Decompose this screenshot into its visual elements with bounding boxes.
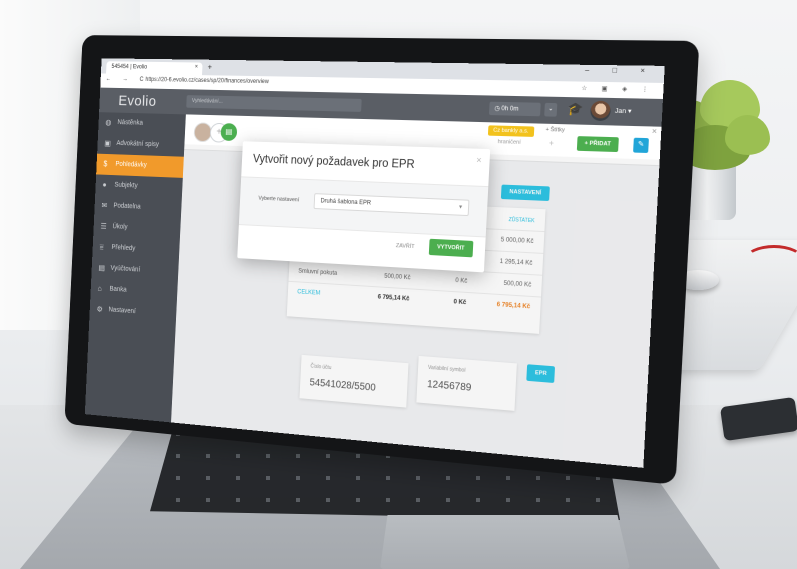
search-input[interactable]: Vyhledávání... xyxy=(186,95,362,112)
extension-icons[interactable]: ☆ ▣ ◈ ⋮ xyxy=(581,85,655,94)
add-button[interactable]: + PŘIDAT xyxy=(576,136,619,153)
label-badge[interactable]: Cz bankly a.s. xyxy=(487,125,534,137)
sidebar-item-label: Banka xyxy=(109,285,127,294)
sidebar-item-label: Pohledávky xyxy=(115,160,147,169)
user-menu[interactable]: Jan ▾ xyxy=(615,106,632,116)
briefcase-icon: ▣ xyxy=(104,138,112,148)
modal-title: Vytvořit nový požadavek pro EPR xyxy=(252,153,415,172)
caret-down-icon: ▾ xyxy=(458,204,463,211)
sidebar-item-label: Vyúčtování xyxy=(110,265,141,274)
tags-link[interactable]: + Štítky xyxy=(545,127,565,134)
plus-icon[interactable]: + xyxy=(549,138,554,148)
template-select[interactable]: Druhá šablona EPR ▾ xyxy=(313,193,470,217)
timer-value: 0h 0m xyxy=(501,106,519,113)
trackpad xyxy=(380,515,630,569)
cancel-button[interactable]: ZAVŘÍT xyxy=(396,243,415,250)
sidebar-item-label: Podatelna xyxy=(113,202,141,211)
evolio-app: Evolio Vyhledávání... ◷ 0h 0m ⌄ 🎓 Jan ▾ … xyxy=(84,87,663,468)
sidebar-item-label: Nastavení xyxy=(108,306,136,316)
tab-close-icon[interactable]: × xyxy=(195,64,198,70)
document-icon[interactable]: ▤ xyxy=(220,123,238,142)
invoice-icon: ▤ xyxy=(98,263,106,273)
red-cable xyxy=(745,245,797,273)
gear-icon: ⚙ xyxy=(96,304,103,314)
globe-icon: ◍ xyxy=(105,117,112,127)
nav-buttons[interactable]: ← → C xyxy=(106,76,149,82)
pencil-icon[interactable]: ✎ xyxy=(633,137,649,154)
sidebar-item-label: Přehledy xyxy=(111,244,136,253)
sidebar-item-label: Nástěnka xyxy=(117,119,144,127)
window-controls[interactable]: – □ × xyxy=(585,67,656,75)
create-button[interactable]: VYTVOŘIT xyxy=(428,238,473,258)
chevron-down-icon[interactable]: ⌄ xyxy=(544,102,558,117)
select-label: Vyberte nastavení xyxy=(258,195,300,204)
select-value: Druhá šablona EPR xyxy=(320,198,372,207)
bank-icon: ⌂ xyxy=(97,284,102,293)
url-field[interactable]: https://20-6.evolio.cz/cases/sp/20/finan… xyxy=(145,77,269,85)
secondary-tab[interactable]: hraničení xyxy=(498,139,521,146)
app-logo[interactable]: Evolio xyxy=(118,93,157,110)
timer-button[interactable]: ◷ 0h 0m xyxy=(488,101,541,117)
graduation-cap-icon[interactable]: 🎓 xyxy=(567,101,583,116)
dollar-icon: $ xyxy=(103,159,108,169)
sidebar-item-label: Subjekty xyxy=(114,181,138,190)
new-tab-icon[interactable]: + xyxy=(208,63,213,72)
avatar[interactable] xyxy=(589,100,612,122)
sidebar-item-0[interactable]: ◍ Nástěnka xyxy=(98,112,186,135)
sidebar-item-label: Advokátní spisy xyxy=(116,140,160,149)
create-epr-modal: Vytvořit nový požadavek pro EPR × Vybert… xyxy=(237,141,491,273)
close-icon[interactable]: × xyxy=(652,126,658,136)
sidebar: ◍ Nástěnka ▣ Advokátní spisy $ Pohledávky ● Sub… xyxy=(84,112,186,423)
modal-body: Vyberte nastavení Druhá šablona EPR ▾ xyxy=(238,176,489,238)
user-icon: ● xyxy=(102,180,107,190)
tab-title: 545454 | Evolio xyxy=(111,64,148,71)
sidebar-item-label: Úkoly xyxy=(112,223,128,231)
list-icon: ☰ xyxy=(100,221,107,231)
modal-close-icon[interactable]: × xyxy=(476,155,482,165)
mail-icon: ✉ xyxy=(101,201,108,210)
filter-icon: ⩸ xyxy=(99,242,104,252)
laptop-screen: 545454 | Evolio × + – □ × ← → C https://… xyxy=(84,58,665,468)
